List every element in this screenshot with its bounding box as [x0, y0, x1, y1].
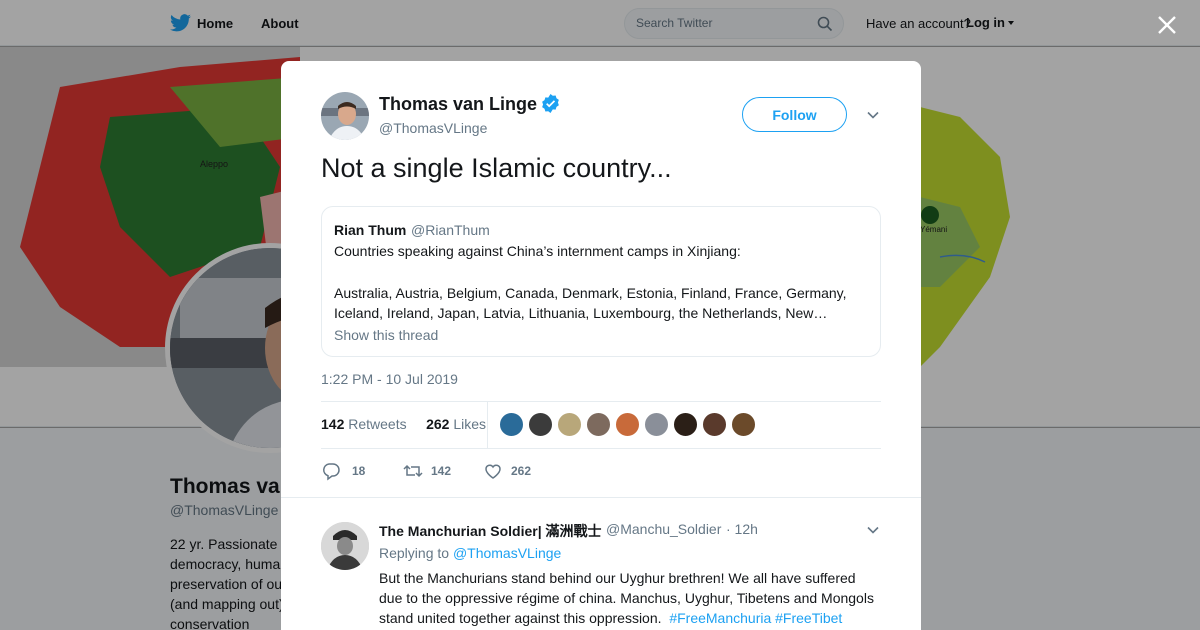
chevron-down-icon[interactable] [866, 523, 880, 537]
retweets-count[interactable]: 142 [321, 416, 344, 432]
liker-avatar[interactable] [731, 412, 756, 437]
liker-avatar[interactable] [702, 412, 727, 437]
liker-avatar[interactable] [499, 412, 524, 437]
close-icon[interactable] [1156, 14, 1178, 36]
retweet-icon [403, 464, 423, 478]
reply-author-name[interactable]: The Manchurian Soldier| 滿洲戰士 [379, 521, 602, 541]
reply-time[interactable]: · 12h [726, 521, 758, 537]
quoted-text-body: Australia, Austria, Belgium, Canada, Den… [334, 285, 847, 321]
chevron-down-icon[interactable] [866, 108, 880, 122]
retweets-label[interactable]: Retweets [348, 416, 406, 432]
liker-avatar[interactable] [557, 412, 582, 437]
retweet-button[interactable]: 142 [402, 461, 472, 481]
hashtag-link[interactable]: #FreeManchuria [669, 610, 771, 626]
reply-author-photo [321, 522, 369, 570]
author-photo [321, 92, 369, 140]
stats-separator [487, 402, 488, 448]
reply-author-handle[interactable]: @Manchu_Soldier [606, 521, 721, 537]
reply-count: 18 [352, 464, 366, 478]
author-avatar[interactable] [321, 92, 369, 140]
liker-avatar[interactable] [673, 412, 698, 437]
like-count: 262 [511, 464, 532, 478]
likes-label[interactable]: Likes [453, 416, 486, 432]
divider [321, 448, 881, 449]
follow-button[interactable]: Follow [742, 97, 847, 132]
quoted-author-handle: @RianThum [411, 222, 490, 238]
liker-avatar[interactable] [615, 412, 640, 437]
author-name[interactable]: Thomas van Linge [379, 94, 537, 115]
reply-icon [322, 463, 340, 481]
divider [281, 497, 921, 498]
reply-button[interactable]: 18 [321, 461, 381, 481]
tweet-modal: Thomas van Linge @ThomasVLinge Follow No… [281, 61, 921, 630]
reply-author-avatar[interactable] [321, 522, 369, 570]
liker-avatar[interactable] [586, 412, 611, 437]
reply-text: But the Manchurians stand behind our Uyg… [379, 568, 879, 628]
show-thread-link[interactable]: Show this thread [334, 327, 438, 343]
like-button[interactable]: 262 [483, 461, 553, 481]
quoted-tweet-card[interactable]: Rian Thum @RianThum Countries speaking a… [321, 206, 881, 357]
replying-to-prefix: Replying to [379, 545, 450, 561]
tweet-timestamp[interactable]: 1:22 PM - 10 Jul 2019 [321, 371, 458, 387]
hashtag-link[interactable]: #FreeTibet [775, 610, 842, 626]
tweet-stats: 142 Retweets 262 Likes [321, 416, 486, 432]
tweet-text: Not a single Islamic country... [321, 153, 672, 183]
author-handle[interactable]: @ThomasVLinge [379, 120, 487, 136]
quoted-text-line: Countries speaking against China’s inter… [334, 243, 741, 259]
replying-to-line: Replying to @ThomasVLinge [379, 545, 561, 561]
verified-badge-icon [542, 94, 559, 113]
quoted-author-name: Rian Thum [334, 222, 407, 238]
retweet-count: 142 [431, 464, 452, 478]
divider [321, 401, 881, 402]
likes-count[interactable]: 262 [426, 416, 449, 432]
liker-avatar[interactable] [528, 412, 553, 437]
replying-to-link[interactable]: @ThomasVLinge [453, 545, 561, 561]
liker-avatar[interactable] [644, 412, 669, 437]
heart-icon [485, 464, 501, 479]
